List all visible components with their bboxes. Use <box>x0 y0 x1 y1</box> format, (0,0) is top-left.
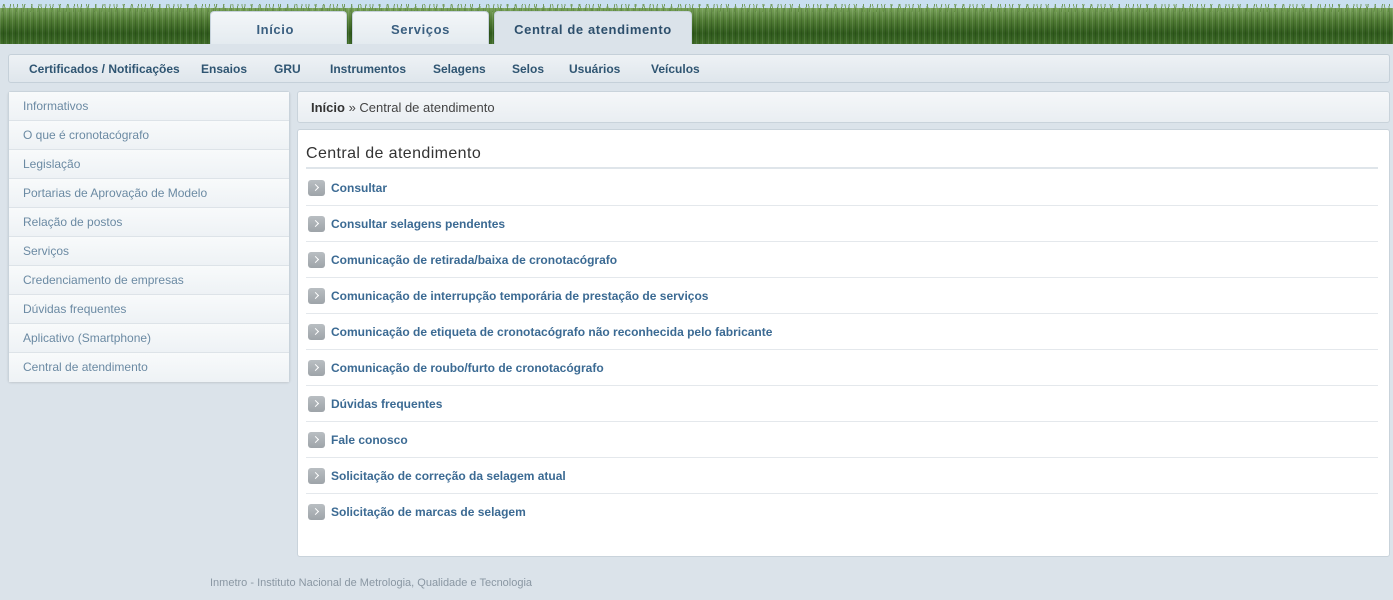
footer-text: Inmetro - Instituto Nacional de Metrolog… <box>210 577 533 589</box>
link-label[interactable]: Comunicação de interrupção temporária de… <box>331 289 708 303</box>
chevron-right-icon <box>308 288 325 304</box>
breadcrumb: Início » Central de atendimento <box>297 91 1390 123</box>
sidebar-item-cronotacografo[interactable]: O que é cronotacógrafo <box>9 121 289 150</box>
subnav-ensaios[interactable]: Ensaios <box>201 55 247 84</box>
link-solicitacao-correcao[interactable]: Solicitação de correção da selagem atual <box>306 458 1378 494</box>
sidebar-item-postos[interactable]: Relação de postos <box>9 208 289 237</box>
link-label[interactable]: Comunicação de retirada/baixa de cronota… <box>331 253 617 267</box>
link-consultar[interactable]: Consultar <box>306 170 1378 206</box>
link-comunicacao-roubo[interactable]: Comunicação de roubo/furto de cronotacóg… <box>306 350 1378 386</box>
link-label[interactable]: Dúvidas frequentes <box>331 397 442 411</box>
breadcrumb-home-link[interactable]: Início <box>311 100 345 115</box>
chevron-right-icon <box>308 252 325 268</box>
chevron-right-icon <box>308 216 325 232</box>
link-comunicacao-etiqueta[interactable]: Comunicação de etiqueta de cronotacógraf… <box>306 314 1378 350</box>
main-content: Central de atendimento Consultar Consult… <box>297 129 1390 557</box>
sidebar-item-servicos[interactable]: Serviços <box>9 237 289 266</box>
chevron-right-icon <box>308 468 325 484</box>
subnav-gru[interactable]: GRU <box>274 55 301 84</box>
chevron-right-icon <box>308 396 325 412</box>
tab-servicos[interactable]: Serviços <box>352 11 489 44</box>
link-label[interactable]: Solicitação de marcas de selagem <box>331 505 526 519</box>
sidebar-item-portarias[interactable]: Portarias de Aprovação de Modelo <box>9 179 289 208</box>
link-fale-conosco[interactable]: Fale conosco <box>306 422 1378 458</box>
breadcrumb-current: Central de atendimento <box>359 100 495 115</box>
tab-central-de-atendimento[interactable]: Central de atendimento <box>494 11 692 44</box>
grass-banner <box>0 4 1393 44</box>
subnav-veiculos[interactable]: Veículos <box>651 55 700 84</box>
header: Início Serviços Central de atendimento <box>0 0 1393 44</box>
sidebar: Informativos O que é cronotacógrafo Legi… <box>8 91 290 382</box>
sidebar-item-credenciamento[interactable]: Credenciamento de empresas <box>9 266 289 295</box>
chevron-right-icon <box>308 180 325 196</box>
link-solicitacao-marcas[interactable]: Solicitação de marcas de selagem <box>306 494 1378 530</box>
chevron-right-icon <box>308 504 325 520</box>
chevron-right-icon <box>308 360 325 376</box>
link-duvidas-frequentes[interactable]: Dúvidas frequentes <box>306 386 1378 422</box>
link-label[interactable]: Consultar selagens pendentes <box>331 217 505 231</box>
sidebar-item-duvidas[interactable]: Dúvidas frequentes <box>9 295 289 324</box>
link-label[interactable]: Comunicação de etiqueta de cronotacógraf… <box>331 325 772 339</box>
breadcrumb-separator: » <box>344 100 360 115</box>
tab-inicio[interactable]: Início <box>210 11 347 44</box>
link-label[interactable]: Solicitação de correção da selagem atual <box>331 469 566 483</box>
subnav-instrumentos[interactable]: Instrumentos <box>330 55 406 84</box>
subnav-usuarios[interactable]: Usuários <box>569 55 620 84</box>
subnav-selos[interactable]: Selos <box>512 55 544 84</box>
link-comunicacao-retirada[interactable]: Comunicação de retirada/baixa de cronota… <box>306 242 1378 278</box>
chevron-right-icon <box>308 432 325 448</box>
subnav-selagens[interactable]: Selagens <box>433 55 486 84</box>
link-label[interactable]: Comunicação de roubo/furto de cronotacóg… <box>331 361 604 375</box>
page-title: Central de atendimento <box>306 145 1378 169</box>
sidebar-item-legislacao[interactable]: Legislação <box>9 150 289 179</box>
link-label[interactable]: Consultar <box>331 181 387 195</box>
link-comunicacao-interrupcao[interactable]: Comunicação de interrupção temporária de… <box>306 278 1378 314</box>
chevron-right-icon <box>308 324 325 340</box>
link-consultar-selagens-pendentes[interactable]: Consultar selagens pendentes <box>306 206 1378 242</box>
link-label[interactable]: Fale conosco <box>331 433 408 447</box>
sidebar-item-informativos[interactable]: Informativos <box>9 92 289 121</box>
sidebar-item-central[interactable]: Central de atendimento <box>9 353 289 382</box>
sidebar-item-aplicativo[interactable]: Aplicativo (Smartphone) <box>9 324 289 353</box>
sub-navigation: Certificados / Notificações Ensaios GRU … <box>8 54 1390 83</box>
subnav-certificados[interactable]: Certificados / Notificações <box>29 55 180 84</box>
